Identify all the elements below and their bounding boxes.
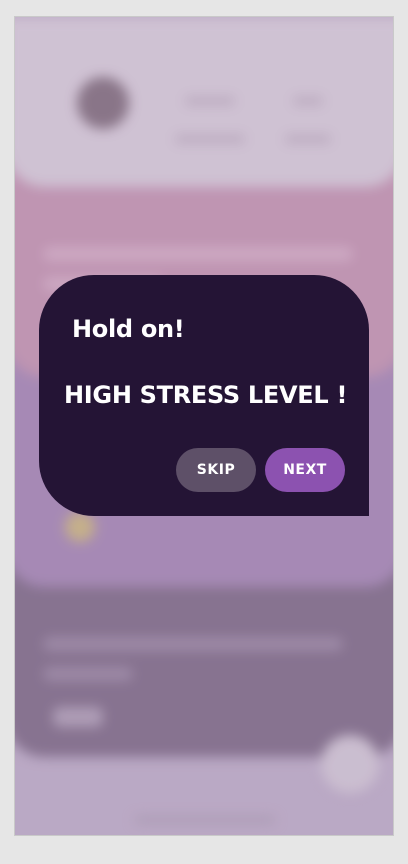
skip-button[interactable]: SKIP xyxy=(176,448,256,492)
dialog-title: Hold on! xyxy=(72,315,185,343)
next-button[interactable]: NEXT xyxy=(265,448,345,492)
dialog-message: HIGH STRESS LEVEL ! xyxy=(64,381,348,409)
stress-alert-dialog: Hold on! HIGH STRESS LEVEL ! SKIP NEXT xyxy=(39,275,369,516)
